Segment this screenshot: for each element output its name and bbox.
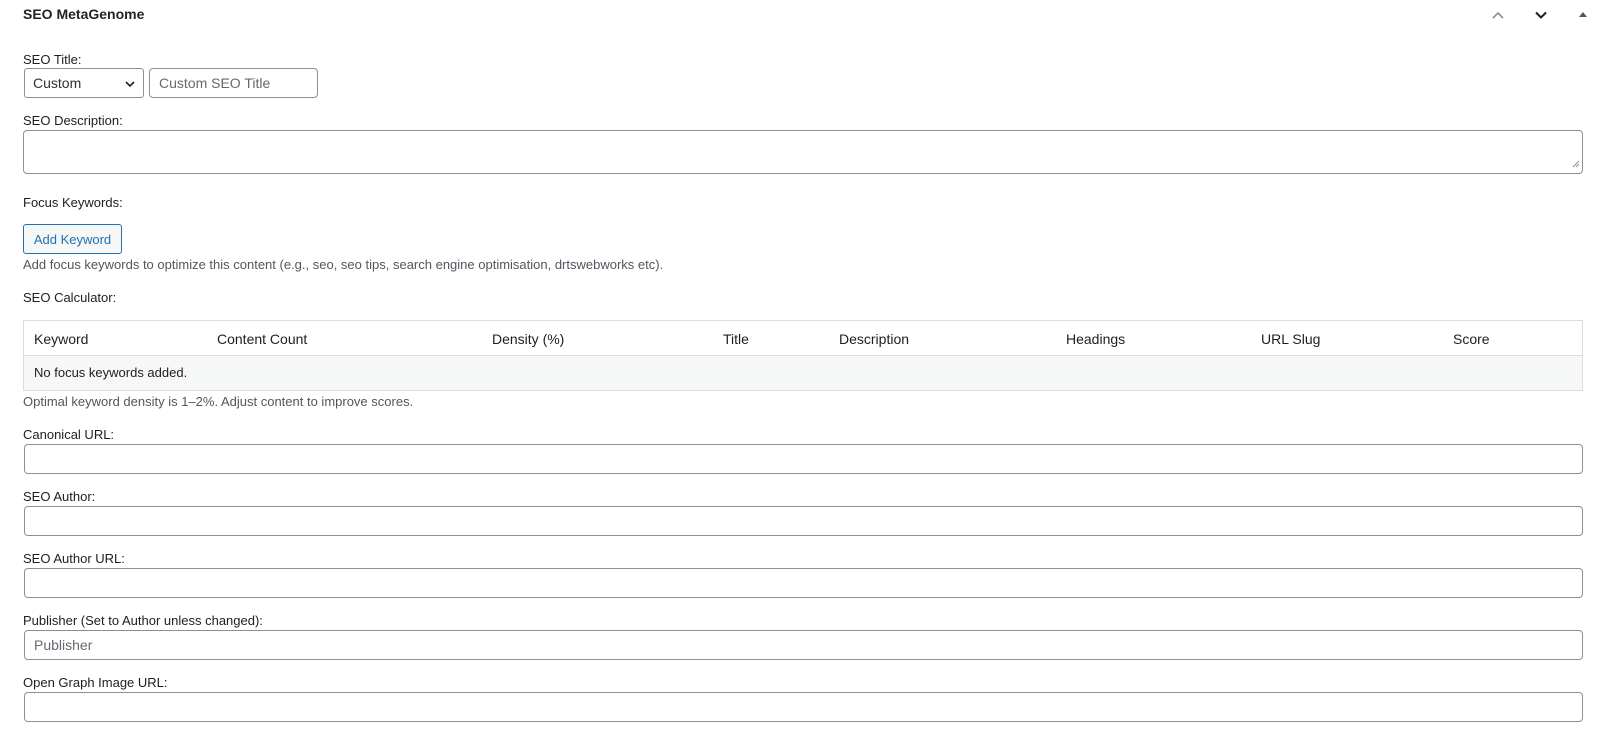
seo-title-label: SEO Title: [23,52,82,67]
seo-title-type-select[interactable]: Custom [24,68,144,98]
column-description: Description [839,331,910,347]
seo-calculator-label: SEO Calculator: [23,290,117,305]
canonical-url-label: Canonical URL: [23,427,115,442]
publisher-input[interactable]: Publisher [24,630,1583,660]
publisher-label: Publisher (Set to Author unless changed)… [23,613,263,628]
column-density: Density (%) [492,331,565,347]
seo-calculator-table: Keyword Content Count Density (%) Title … [23,320,1583,391]
column-headings: Headings [1066,331,1126,347]
column-score: Score [1453,331,1490,347]
focus-keywords-help: Add focus keywords to optimize this cont… [23,257,664,272]
column-title: Title [723,331,749,347]
move-down-icon[interactable] [1526,2,1556,28]
chevron-down-icon [123,77,137,94]
toggle-panel-icon[interactable] [1568,2,1598,28]
seo-description-label: SEO Description: [23,113,123,128]
seo-author-label: SEO Author: [23,489,96,504]
table-header: Keyword Content Count Density (%) Title … [24,321,1582,356]
seo-metagenome-panel: SEO MetaGenome SEO Title: Custom Custom … [0,0,1600,743]
og-image-url-label: Open Graph Image URL: [23,675,168,690]
seo-author-url-input[interactable] [24,568,1583,598]
panel-header: SEO MetaGenome [0,0,1600,30]
panel-title: SEO MetaGenome [23,6,145,22]
seo-title-type-value: Custom [33,75,82,91]
empty-table-message: No focus keywords added. [34,365,188,380]
column-content-count: Content Count [217,331,308,347]
move-up-icon[interactable] [1483,2,1513,28]
custom-seo-title-input[interactable]: Custom SEO Title [149,68,318,98]
seo-author-input[interactable] [24,506,1583,536]
table-row: No focus keywords added. [24,356,1582,390]
canonical-url-input[interactable] [24,444,1583,474]
column-url-slug: URL Slug [1261,331,1321,347]
add-keyword-button[interactable]: Add Keyword [23,224,122,254]
column-keyword: Keyword [34,331,89,347]
density-note: Optimal keyword density is 1–2%. Adjust … [23,394,414,409]
focus-keywords-label: Focus Keywords: [23,195,123,210]
seo-author-url-label: SEO Author URL: [23,551,125,566]
seo-description-textarea[interactable] [23,130,1583,174]
resize-handle-icon[interactable] [1571,156,1580,171]
og-image-url-input[interactable] [24,692,1583,722]
